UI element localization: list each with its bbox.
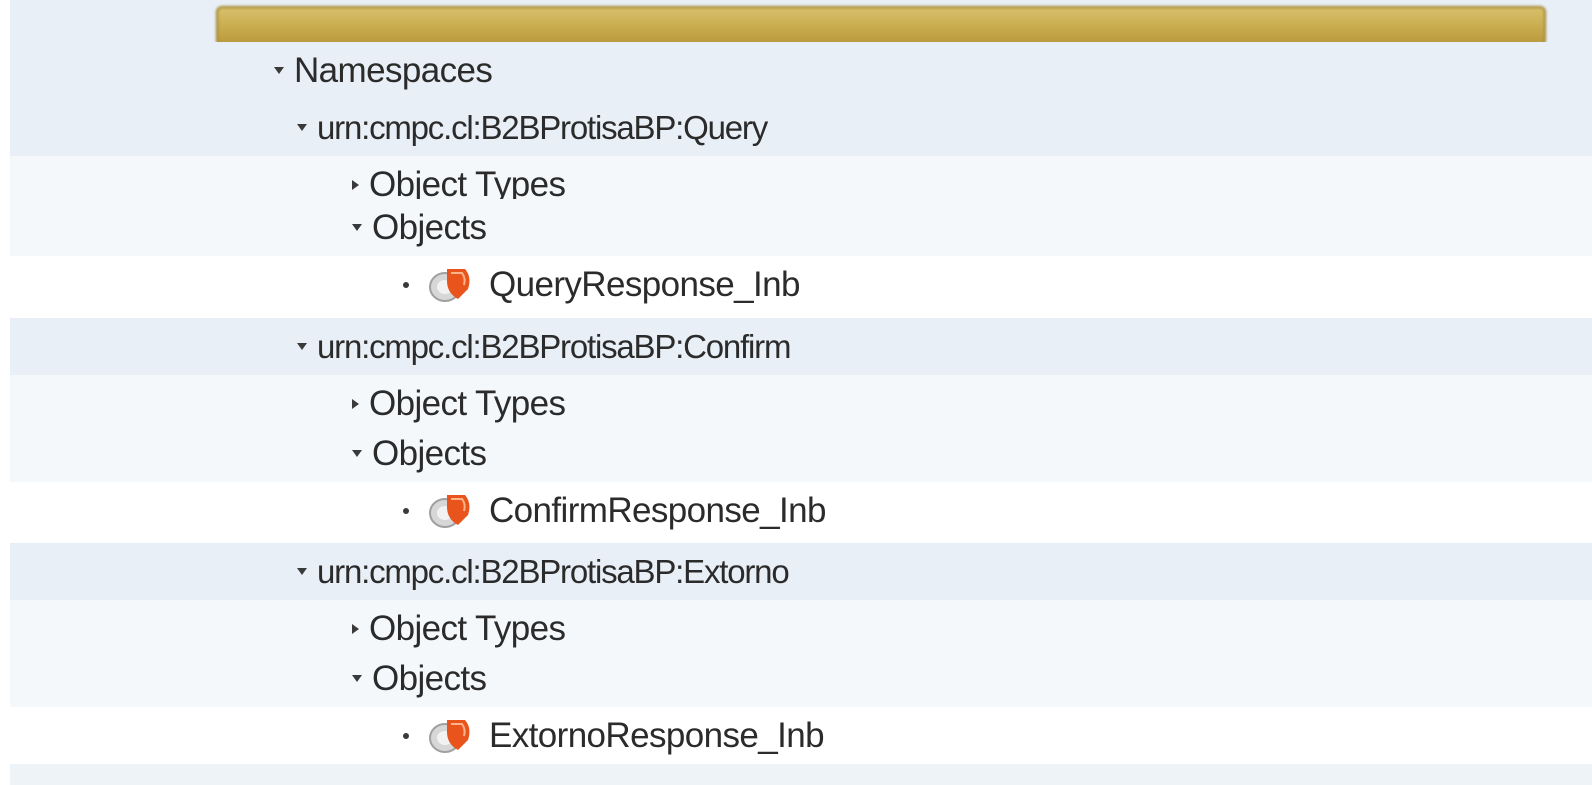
objects-label: Objects [372, 207, 487, 247]
tree-node-objects[interactable]: Objects [10, 199, 1592, 256]
namespace-label: urn:cmpc.cl:B2BProtisaBP:Confirm [317, 327, 791, 365]
object-types-label: Object Types [369, 608, 566, 648]
expand-arrow-down-icon[interactable] [274, 67, 284, 74]
object-label: QueryResponse_Inb [489, 264, 800, 304]
expand-arrow-right-icon[interactable] [352, 179, 359, 190]
tree-node-object[interactable]: ConfirmResponse_Inb [10, 482, 1592, 539]
tree-node-namespace[interactable]: urn:cmpc.cl:B2BProtisaBP:Query [10, 99, 1592, 156]
tree-node-object-types[interactable]: Object Types [10, 600, 1592, 657]
interface-object-icon [429, 494, 470, 528]
namespace-label: urn:cmpc.cl:B2BProtisaBP:Query [317, 108, 768, 146]
expand-arrow-right-icon[interactable] [352, 623, 359, 634]
expand-arrow-right-icon[interactable] [352, 398, 359, 409]
objects-label: Objects [372, 658, 487, 698]
object-label: ConfirmResponse_Inb [489, 490, 826, 530]
tree-node-object[interactable]: QueryResponse_Inb [10, 256, 1592, 313]
expand-arrow-down-icon[interactable] [297, 343, 307, 350]
tree-node-namespace[interactable]: urn:cmpc.cl:B2BProtisaBP:Confirm [10, 318, 1592, 375]
bullet-icon [403, 507, 409, 514]
namespaces-label: Namespaces [294, 50, 493, 90]
expand-arrow-down-icon[interactable] [297, 124, 307, 131]
interface-object-icon [429, 268, 470, 302]
object-label: ExtornoResponse_Inb [489, 715, 825, 755]
tree-node-object-types[interactable]: Object Types [10, 375, 1592, 432]
namespace-label: urn:cmpc.cl:B2BProtisaBP:Extorno [317, 552, 790, 590]
namespace-tree: Namespaces urn:cmpc.cl:B2BProtisaBP:Quer… [10, 0, 1592, 785]
selected-software-component-node[interactable] [216, 6, 1546, 46]
expand-arrow-down-icon[interactable] [352, 224, 362, 231]
tree-bottom-strip [10, 764, 1592, 785]
object-types-label: Object Types [369, 383, 566, 423]
tree-node-object[interactable]: ExtornoResponse_Inb [10, 707, 1592, 764]
tree-node-objects[interactable]: Objects [10, 650, 1592, 707]
expand-arrow-down-icon[interactable] [297, 568, 307, 575]
interface-object-icon [429, 719, 470, 753]
tree-node-objects[interactable]: Objects [10, 425, 1592, 482]
tree-node-namespaces[interactable]: Namespaces [10, 42, 1592, 99]
bullet-icon [403, 281, 409, 288]
objects-label: Objects [372, 433, 487, 473]
expand-arrow-down-icon[interactable] [352, 450, 362, 457]
tree-node-namespace[interactable]: urn:cmpc.cl:B2BProtisaBP:Extorno [10, 543, 1592, 600]
bullet-icon [403, 732, 409, 739]
expand-arrow-down-icon[interactable] [352, 675, 362, 682]
